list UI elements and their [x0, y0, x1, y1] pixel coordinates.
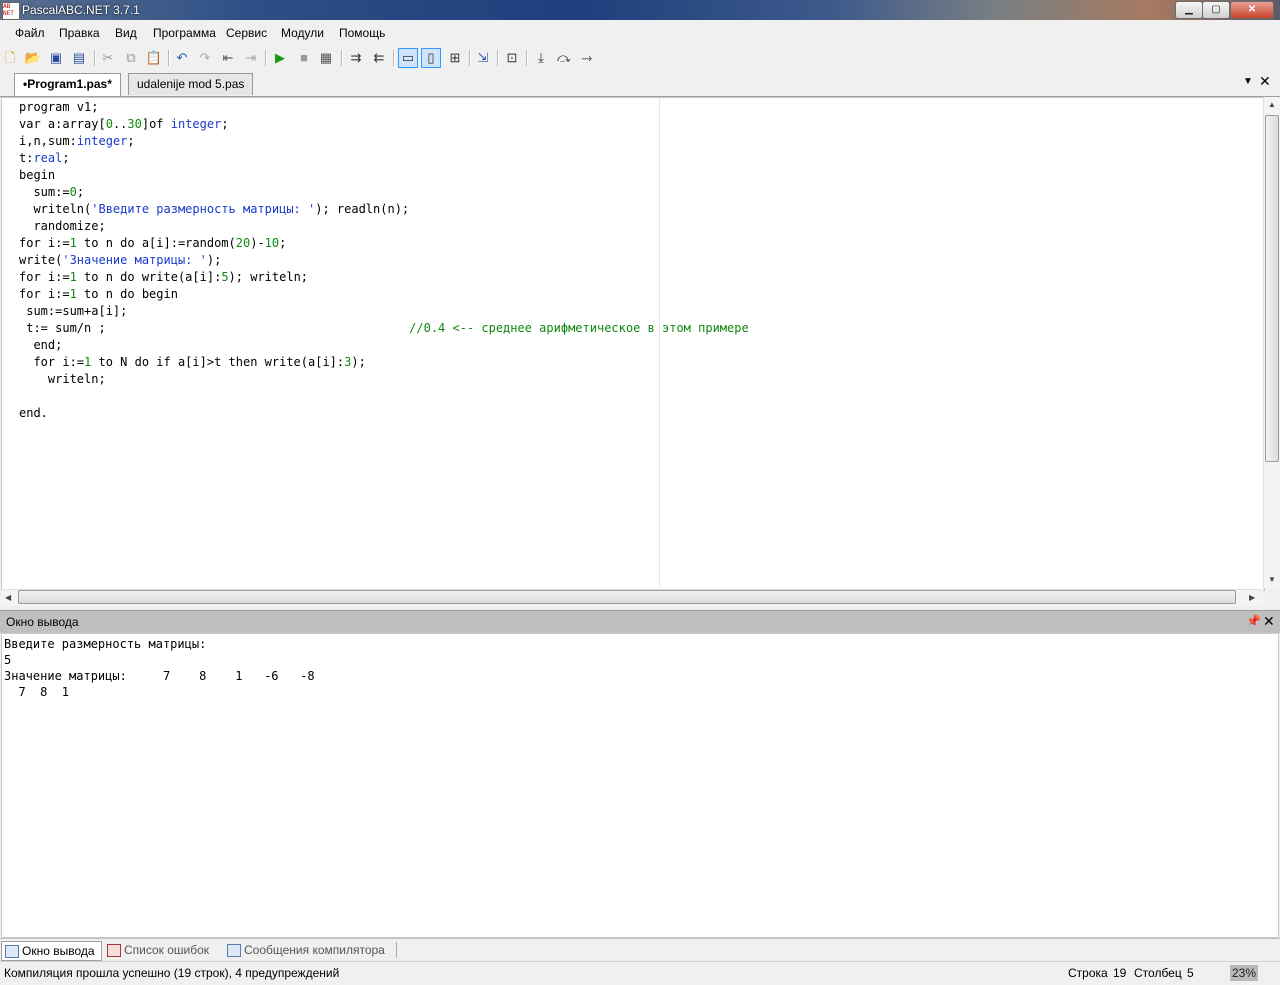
status-message: Компиляция прошла успешно (19 строк), 4 …	[4, 966, 340, 980]
bottom-panel-tabs: Окно вывода Список ошибок Сообщения комп…	[0, 938, 1280, 961]
undo-icon[interactable]: ↶	[172, 48, 192, 68]
menu-service[interactable]: Сервис	[226, 26, 267, 40]
redo-icon[interactable]: ↷	[195, 48, 215, 68]
step-back-icon[interactable]: ⇤	[218, 48, 238, 68]
run-to-cursor-icon[interactable]: ⤑	[577, 48, 597, 68]
error-list-icon	[107, 944, 121, 957]
exit-icon[interactable]: ⇲	[473, 48, 493, 68]
tab-error-list[interactable]: Список ошибок	[104, 941, 209, 959]
output-text: Введите размерность матрицы: 5 Значение …	[4, 637, 315, 699]
tab-error-list-label: Список ошибок	[124, 943, 210, 957]
compile-icon[interactable]: ▦	[316, 48, 336, 68]
menu-bar: Файл Правка Вид Программа Сервис Модули …	[0, 20, 1280, 46]
toolbar-separator	[94, 50, 96, 66]
view-form-icon[interactable]: ⊞	[445, 48, 465, 68]
scroll-left-icon[interactable]: ◀	[5, 593, 11, 602]
toolbar-separator	[469, 50, 471, 66]
menu-modules[interactable]: Модули	[281, 26, 324, 40]
scroll-right-icon[interactable]: ▶	[1249, 593, 1255, 602]
step-forward-icon[interactable]: ⇥	[241, 48, 261, 68]
tab-divider	[396, 942, 397, 958]
menu-program[interactable]: Программа	[153, 26, 216, 40]
save-all-icon[interactable]: ▤	[69, 48, 89, 68]
close-panel-icon[interactable]: ✕	[1263, 613, 1275, 630]
tab-program1[interactable]: •Program1.pas*	[14, 73, 121, 96]
tab-compiler-messages-label: Сообщения компилятора	[244, 943, 385, 957]
row-value: 19	[1113, 966, 1127, 980]
copy-icon[interactable]: ⧉	[121, 48, 141, 68]
outdent-icon[interactable]: ⇇	[369, 48, 389, 68]
debug-icon[interactable]: ⊡	[502, 48, 522, 68]
paste-icon[interactable]: 📋	[144, 48, 164, 68]
row-label: Строка	[1068, 966, 1108, 980]
column-value: 5	[1187, 966, 1194, 980]
toolbar-separator	[497, 50, 499, 66]
window-title: PascalABC.NET 3.7.1	[22, 3, 140, 17]
output-panel-header: Окно вывода 📌 ✕	[0, 610, 1280, 633]
pin-icon[interactable]: 📌	[1246, 614, 1261, 628]
title-bar: AB NET PascalABC.NET 3.7.1 ▁ ▢ ✕	[0, 0, 1280, 20]
step-over-icon[interactable]: ⤼	[554, 48, 574, 68]
app-icon: AB NET	[2, 2, 20, 20]
tab-compiler-messages[interactable]: Сообщения компилятора	[224, 941, 385, 959]
output-window[interactable]: Введите размерность матрицы: 5 Значение …	[1, 633, 1279, 938]
scroll-up-icon[interactable]: ▲	[1268, 100, 1276, 109]
tab-output-window-label: Окно вывода	[22, 944, 95, 958]
tab-list-dropdown-icon[interactable]: ▼	[1243, 76, 1253, 87]
tab-udalenije[interactable]: udalenije mod 5.pas	[128, 73, 254, 95]
indent-icon[interactable]: ⇉	[346, 48, 366, 68]
column-label: Столбец	[1134, 966, 1182, 980]
code-text[interactable]: program v1; var a:array[0..30]of integer…	[19, 99, 749, 422]
toolbar-separator	[526, 50, 528, 66]
horizontal-scroll-thumb[interactable]	[18, 590, 1236, 604]
menu-help[interactable]: Помощь	[339, 26, 385, 40]
menu-edit[interactable]: Правка	[59, 26, 100, 40]
toolbar-separator	[265, 50, 267, 66]
run-icon[interactable]: ▶	[270, 48, 290, 68]
maximize-button[interactable]: ▢	[1202, 1, 1230, 19]
scroll-down-icon[interactable]: ▼	[1268, 575, 1276, 584]
zoom-indicator: 23%	[1230, 965, 1258, 981]
output-panel-title: Окно вывода	[6, 615, 79, 629]
close-tab-icon[interactable]: ✕	[1259, 73, 1271, 90]
vertical-scroll-thumb[interactable]	[1265, 115, 1279, 462]
toolbar-separator	[168, 50, 170, 66]
step-into-icon[interactable]: ⤓	[531, 48, 551, 68]
toolbar-separator	[341, 50, 343, 66]
cut-icon[interactable]: ✂	[98, 48, 118, 68]
save-icon[interactable]: ▣	[46, 48, 66, 68]
compiler-messages-icon	[227, 944, 241, 957]
menu-file[interactable]: Файл	[15, 26, 45, 40]
minimize-button[interactable]: ▁	[1175, 1, 1203, 19]
tab-output-window[interactable]: Окно вывода	[1, 941, 102, 961]
new-file-icon[interactable]: 🗋	[0, 48, 20, 68]
close-window-button[interactable]: ✕	[1230, 1, 1274, 19]
toolbar: 🗋 📂 ▣ ▤ ✂ ⧉ 📋 ↶ ↷ ⇤ ⇥ ▶ ■ ▦ ⇉ ⇇ ▭ ▯ ⊞ ⇲ …	[0, 46, 1280, 70]
view-code-icon[interactable]: ▭	[398, 48, 418, 68]
code-editor[interactable]: program v1; var a:array[0..30]of integer…	[1, 97, 1265, 591]
stop-icon[interactable]: ■	[294, 48, 314, 68]
view-text-icon[interactable]: ▯	[421, 48, 441, 68]
document-tabs: •Program1.pas* udalenije mod 5.pas ▼ ✕	[0, 71, 1280, 97]
toolbar-separator	[393, 50, 395, 66]
output-window-icon	[5, 945, 19, 958]
status-bar: Компиляция прошла успешно (19 строк), 4 …	[0, 961, 1280, 985]
open-folder-icon[interactable]: 📂	[23, 48, 43, 68]
menu-view[interactable]: Вид	[115, 26, 137, 40]
